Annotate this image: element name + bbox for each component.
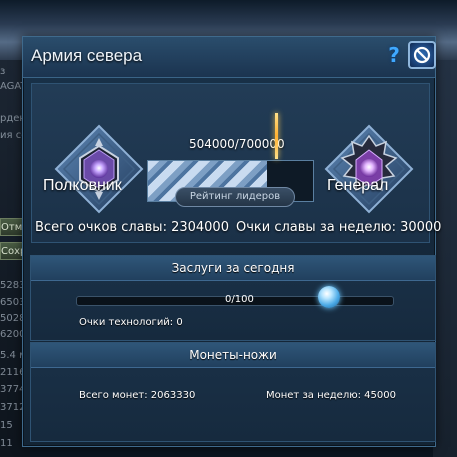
window-title: Армия севера <box>31 46 143 65</box>
merits-slider-value: 0/100 <box>225 294 254 305</box>
colonel-emblem-icon <box>54 124 144 214</box>
help-icon[interactable]: ? <box>385 44 403 66</box>
weekly-coins-text: Монет за неделю: 45000 <box>266 390 396 401</box>
title-bar: Армия севера ? <box>23 37 436 78</box>
tech-points-text: Очки технологий: 0 <box>79 317 183 328</box>
current-rank-label: Полковник <box>43 177 122 194</box>
leaderboard-button[interactable]: Рейтинг лидеров <box>175 187 295 207</box>
close-button[interactable] <box>408 41 436 69</box>
weekly-glory-text: Очки славы за неделю: 30000 <box>236 220 442 235</box>
merits-slider-handle[interactable] <box>318 286 340 308</box>
rank-panel <box>31 83 430 243</box>
total-coins-text: Всего монет: 2063330 <box>79 390 196 401</box>
progress-marker <box>275 113 278 159</box>
coins-header: Монеты-ножи <box>31 343 435 368</box>
general-emblem-icon <box>324 124 414 214</box>
total-glory-text: Всего очков славы: 2304000 <box>35 220 229 235</box>
next-rank-label: Генерал <box>327 177 389 194</box>
merits-header: Заслуги за сегодня <box>31 256 435 281</box>
rank-progress-text: 504000/700000 <box>189 137 285 151</box>
right-backdrop-panel <box>433 60 457 457</box>
close-icon <box>413 46 431 64</box>
